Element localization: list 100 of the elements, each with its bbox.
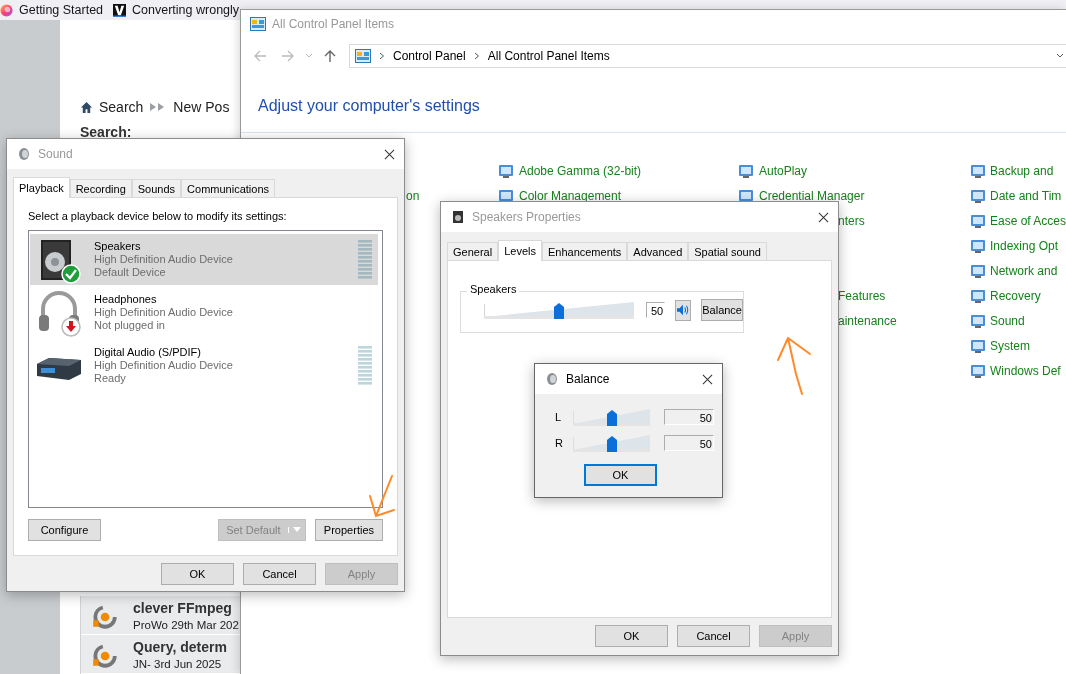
volume-slider[interactable] [573,433,650,453]
hand-drawn-arrow [774,334,814,396]
settings-link[interactable]: aintenance [838,313,897,328]
breadcrumb-link[interactable]: Search [99,99,144,115]
topic-title[interactable]: clever FFmpeg [133,600,239,616]
settings-link[interactable]: Color Management [519,188,622,203]
settings-link[interactable]: Recovery [990,288,1041,303]
settings-tile-icon[interactable] [970,162,986,179]
device-driver: High Definition Audio Device [94,253,233,266]
settings-tile-icon[interactable] [970,362,986,379]
caret-icon[interactable] [1056,53,1064,59]
settings-link[interactable]: AutoPlay [759,163,808,178]
settings-link[interactable]: Windows Def [990,363,1061,378]
device-name: Digital Audio (S/PDIF) [94,346,202,359]
settings-tile-icon[interactable] [970,187,986,204]
device-status: Not plugged in [94,319,166,332]
address-segment[interactable]: All Control Panel Items [487,49,610,63]
settings-link[interactable]: System [990,338,1030,353]
settings-tile-icon[interactable] [970,237,986,254]
device-row[interactable]: Digital Audio (S/PDIF) High Definition Audio Device Ready [30,340,378,391]
tab[interactable]: Advanced [627,242,689,260]
home-icon[interactable] [80,100,93,114]
speaker-icon [17,147,31,161]
breadcrumb-link[interactable]: New Pos [173,99,230,115]
topic-title[interactable]: Query, determ [133,639,227,655]
group-label: Speakers [467,283,520,295]
settings-tile-icon[interactable] [498,162,514,179]
tab[interactable]: Recording [69,179,132,197]
settings-tile-icon[interactable] [738,187,754,204]
tab[interactable]: Playback [13,177,70,198]
channel-label: L [555,411,563,423]
up-arrow-icon[interactable] [323,49,337,63]
settings-tile-icon[interactable] [970,337,986,354]
control-panel-icon [250,17,266,31]
dialog-button[interactable]: Cancel [677,625,750,647]
volume-field[interactable]: 50 [664,435,714,451]
tab[interactable]: Communications [181,179,275,197]
device-name: Speakers [94,240,142,253]
settings-tile-icon[interactable] [738,162,754,179]
tab[interactable]: Levels [498,240,542,261]
slider-thumb[interactable] [606,410,617,426]
slider-thumb[interactable] [606,436,617,452]
close-icon[interactable] [818,211,829,223]
window-title: All Control Panel Items [272,17,395,31]
device-name: Headphones [94,293,158,306]
settings-link[interactable]: Ease of Acces [990,213,1066,228]
settings-tile-icon[interactable] [970,212,986,229]
ring-logo-icon [91,604,117,630]
device-status: Ready [94,372,127,385]
dialog-button[interactable]: Properties [314,519,383,541]
address-segment[interactable]: Control Panel [393,49,466,63]
instruction-text: Select a playback device below to modify its settings: [28,210,288,222]
dialog-button[interactable]: OK [161,563,234,585]
dialog-button[interactable]: Cancel [243,563,316,585]
tab[interactable]: Sounds [131,179,182,197]
settings-link[interactable]: Date and Tim [990,188,1062,203]
device-status: Default Device [94,266,167,279]
settings-link[interactable]: on [406,188,420,203]
search-heading: Search: [80,124,133,140]
speaker-icon [545,372,559,386]
speaker-icon [451,210,465,224]
settings-tile-icon[interactable] [970,312,986,329]
browser-tab[interactable]: Converting wrongly [132,3,240,17]
ok-button[interactable]: OK [584,464,657,486]
mute-button[interactable] [675,299,692,321]
dialog-button[interactable]: OK [595,625,668,647]
chevron-icon [379,52,385,60]
browser-tab[interactable]: Getting Started [19,3,104,17]
browser-logo-icon [0,3,13,17]
close-icon[interactable] [384,148,395,160]
slider-thumb[interactable] [554,303,564,319]
settings-link[interactable]: Features [838,288,886,303]
page-heading: Adjust your computer's settings [241,74,1066,133]
address-bar[interactable]: Control Panel All Control Panel Items [349,44,1066,68]
settings-tile-icon[interactable] [970,287,986,304]
device-row[interactable]: Speakers High Definition Audio Device Default Device [30,234,378,285]
settings-link[interactable]: Network and [990,263,1058,278]
tab[interactable]: Enhancements [541,242,628,260]
settings-link[interactable]: Sound [990,313,1025,328]
channel-label: R [555,437,564,449]
close-icon[interactable] [702,373,713,385]
receiver-icon [37,357,81,380]
volume-slider[interactable] [484,300,634,320]
device-row[interactable]: Headphones High Definition Audio Device Not plugged in [30,287,378,338]
tab[interactable]: Spatial sound [688,242,767,260]
speaker-icon [41,239,71,280]
settings-link[interactable]: Indexing Opt [990,238,1059,253]
settings-tile-icon[interactable] [970,262,986,279]
settings-link[interactable]: Adobe Gamma (32-bit) [519,163,642,178]
settings-link[interactable]: Backup and [990,163,1054,178]
volume-field[interactable]: 50 [664,409,714,425]
settings-link[interactable]: nters [838,213,865,228]
dialog-button[interactable]: Configure [28,519,101,541]
settings-tile-icon[interactable] [498,187,514,204]
volume-field[interactable]: 50 [646,302,666,318]
volume-slider[interactable] [573,407,650,427]
balance-button[interactable]: Balance [701,299,743,321]
tab[interactable]: General [447,242,499,260]
device-driver: High Definition Audio Device [94,306,233,319]
settings-link[interactable]: Credential Manager [759,188,865,203]
